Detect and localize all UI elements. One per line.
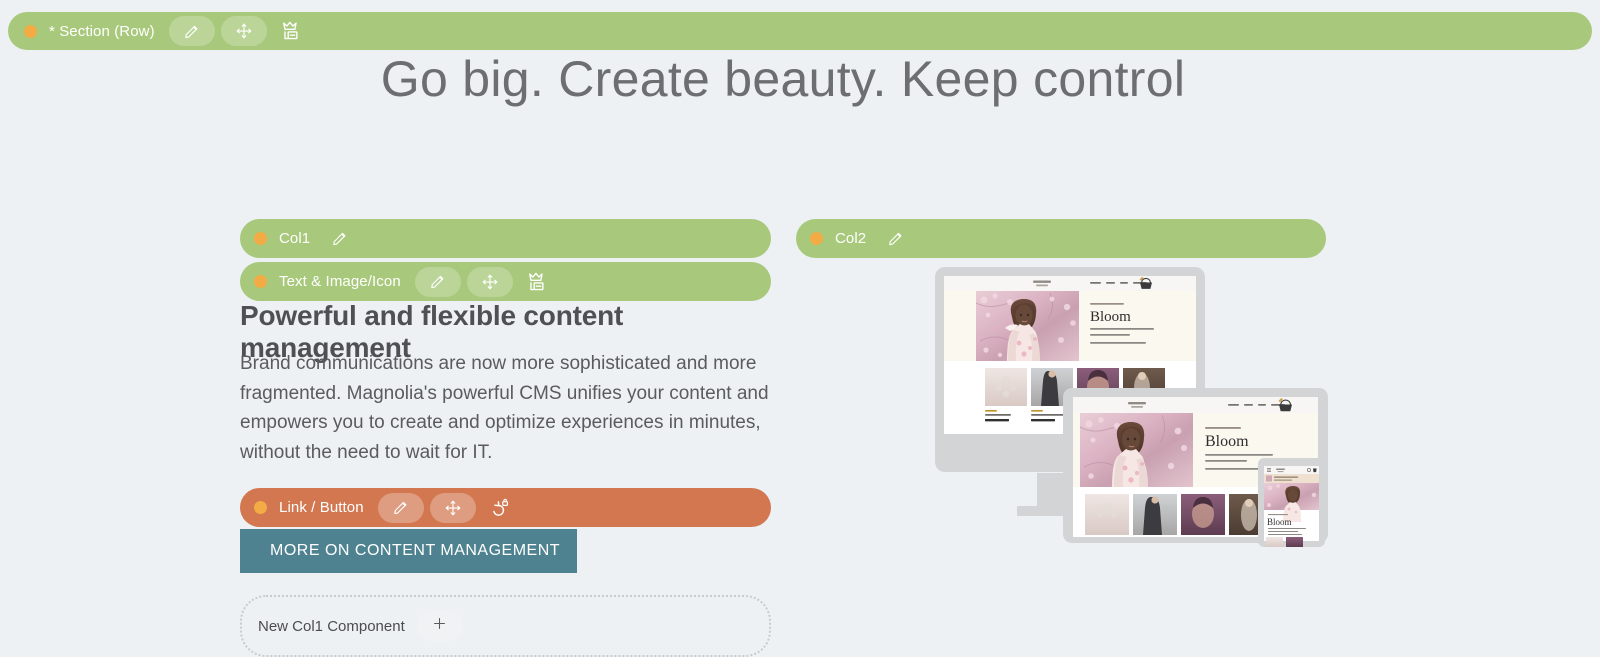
link-button-edit-button[interactable] bbox=[377, 492, 424, 523]
new-col1-component-label: New Col1 Component bbox=[258, 617, 405, 635]
pencil-icon bbox=[331, 230, 348, 247]
text-image-status-dot bbox=[254, 275, 267, 288]
pencil-icon bbox=[392, 499, 409, 516]
crown-variant-icon bbox=[279, 20, 301, 42]
col1-bar[interactable]: Col1 bbox=[240, 219, 771, 258]
svg-text:Bloom: Bloom bbox=[1205, 433, 1249, 450]
link-button-status-dot bbox=[254, 501, 267, 514]
text-image-bar-label: Text & Image/Icon bbox=[279, 273, 401, 290]
add-component-button[interactable] bbox=[416, 611, 463, 641]
col1-status-dot bbox=[254, 232, 267, 245]
svg-text:Bloom: Bloom bbox=[1267, 517, 1292, 527]
section-row-bar[interactable]: * Section (Row) bbox=[8, 12, 1592, 50]
move-icon bbox=[481, 273, 499, 291]
page-title: Go big. Create beauty. Keep control bbox=[380, 51, 1186, 107]
col2-bar[interactable]: Col2 bbox=[796, 219, 1326, 258]
section-personalize-button[interactable] bbox=[273, 16, 307, 46]
section-move-button[interactable] bbox=[220, 16, 267, 46]
crown-variant-icon bbox=[525, 271, 547, 293]
col1-bar-label: Col1 bbox=[279, 230, 311, 247]
responsive-devices-mockup-image: Bloom Bloom Bloom bbox=[900, 255, 1340, 547]
col2-status-dot bbox=[810, 232, 823, 245]
pencil-icon bbox=[429, 273, 446, 290]
new-col1-component-placeholder[interactable]: New Col1 Component bbox=[240, 595, 771, 657]
link-button-bar[interactable]: Link / Button bbox=[240, 488, 771, 527]
plus-icon bbox=[431, 615, 448, 637]
text-image-edit-button[interactable] bbox=[414, 266, 461, 297]
undo-lock-icon bbox=[488, 497, 510, 519]
link-button-reset-locked-button[interactable] bbox=[482, 493, 516, 523]
text-image-move-button[interactable] bbox=[466, 266, 513, 297]
col2-edit-button[interactable] bbox=[878, 224, 912, 254]
svg-text:Bloom: Bloom bbox=[1090, 309, 1131, 325]
col2-bar-label: Col2 bbox=[835, 230, 867, 247]
text-image-personalize-button[interactable] bbox=[519, 267, 553, 297]
text-image-icon-bar[interactable]: Text & Image/Icon bbox=[240, 262, 771, 301]
col1-edit-button[interactable] bbox=[322, 224, 356, 254]
pencil-icon bbox=[887, 230, 904, 247]
move-icon bbox=[444, 499, 462, 517]
section-bar-label: * Section (Row) bbox=[49, 22, 155, 40]
more-on-content-management-button[interactable]: MORE ON CONTENT MANAGEMENT bbox=[240, 529, 577, 573]
section-edit-button[interactable] bbox=[168, 16, 215, 46]
col1-body-text: Brand communications are now more sophis… bbox=[240, 353, 769, 463]
link-button-bar-label: Link / Button bbox=[279, 499, 364, 516]
pencil-icon bbox=[183, 23, 200, 40]
link-button-move-button[interactable] bbox=[429, 492, 476, 523]
move-icon bbox=[235, 22, 253, 40]
section-status-dot bbox=[24, 24, 37, 38]
